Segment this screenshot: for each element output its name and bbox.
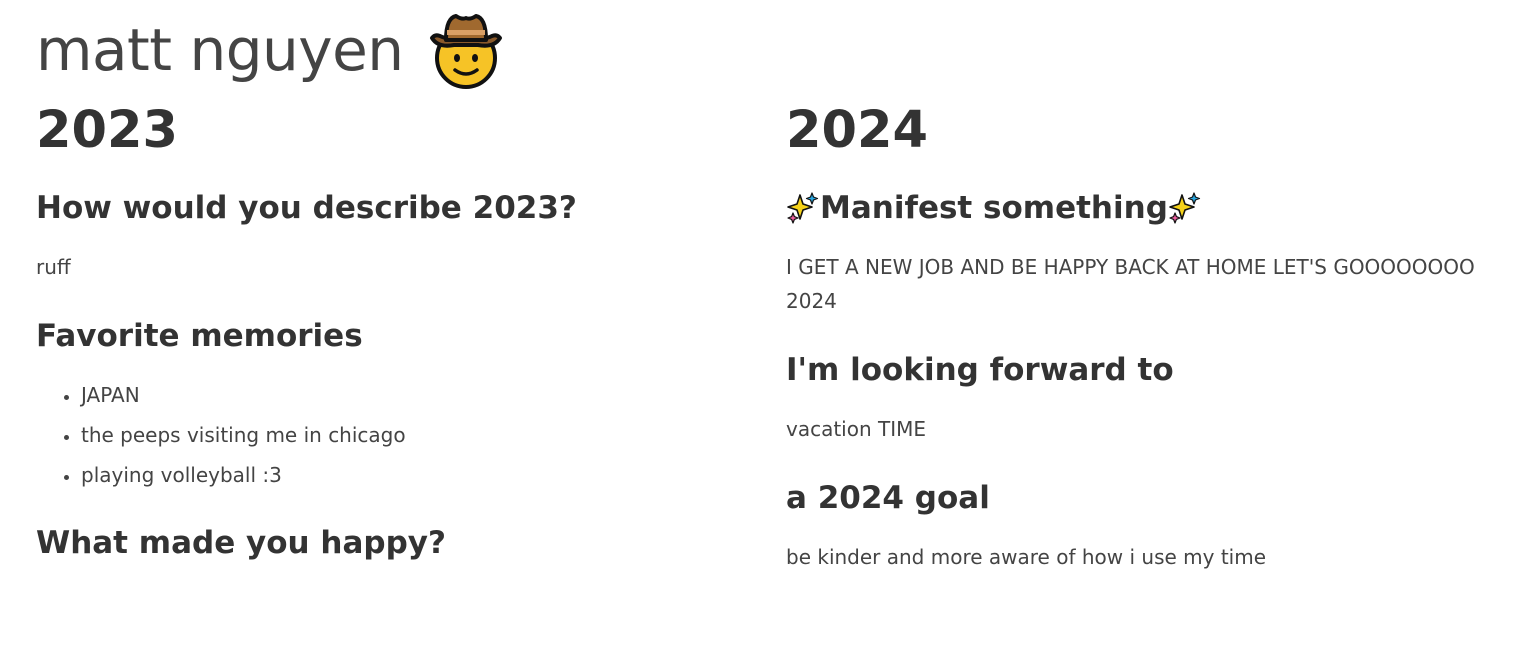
list-item: the peeps visiting me in chicago bbox=[81, 415, 406, 455]
page: matt nguyen 2023 How would you describe bbox=[36, 0, 1506, 661]
question-manifest-something: Manifest something bbox=[786, 188, 1202, 228]
question-looking-forward-to: I'm looking forward to bbox=[786, 352, 1174, 388]
sparkles-icon bbox=[786, 191, 820, 225]
memories-list: JAPAN the peeps visiting me in chicago p… bbox=[36, 375, 406, 495]
list-item: playing volleyball :3 bbox=[81, 455, 406, 495]
year-heading-2024: 2024 bbox=[786, 101, 928, 160]
answer-manifest-something: I GET A NEW JOB AND BE HAPPY BACK AT HOM… bbox=[786, 255, 1475, 313]
question-manifest-label: Manifest something bbox=[820, 190, 1168, 226]
year-heading-2023: 2023 bbox=[36, 101, 178, 160]
list-item: JAPAN bbox=[81, 375, 406, 415]
answer-2024-goal: be kinder and more aware of how i use my… bbox=[786, 545, 1267, 569]
question-2024-goal: a 2024 goal bbox=[786, 480, 990, 516]
answer-looking-forward-to: vacation TIME bbox=[786, 417, 927, 441]
cowboy-face-icon bbox=[424, 12, 508, 90]
title-row: matt nguyen bbox=[36, 10, 508, 90]
question-what-made-you-happy: What made you happy? bbox=[36, 525, 446, 561]
sparkles-icon bbox=[1168, 191, 1202, 225]
page-title: matt nguyen bbox=[36, 16, 404, 84]
answer-describe-2023: ruff bbox=[36, 255, 71, 279]
column-2024: 2024 Manifest something I GET A NEW JOB … bbox=[786, 100, 1496, 569]
column-2023: 2023 How would you describe 2023? ruff F… bbox=[36, 100, 746, 561]
question-favorite-memories: Favorite memories bbox=[36, 318, 363, 354]
question-describe-2023: How would you describe 2023? bbox=[36, 190, 577, 226]
